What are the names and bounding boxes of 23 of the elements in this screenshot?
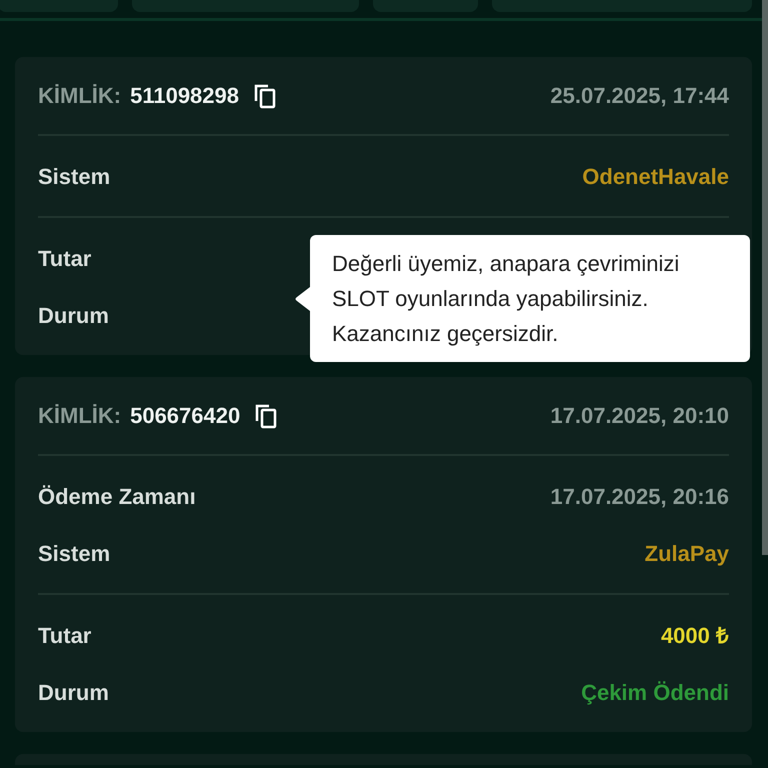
- field-label: Durum: [38, 678, 109, 706]
- id-label: KİMLİK:: [38, 82, 122, 110]
- transaction-id: 511098298: [130, 82, 239, 110]
- field-value: OdenetHavale: [582, 162, 729, 190]
- field-value: Çekim Ödendi: [581, 678, 729, 707]
- field-value: ZulaPay: [644, 540, 729, 568]
- field-label: Durum: [38, 302, 109, 330]
- copy-icon[interactable]: [254, 402, 278, 428]
- copy-icon[interactable]: [253, 82, 277, 108]
- field-label: Sistem: [38, 540, 110, 568]
- transaction-date: 17.07.2025, 20:10: [550, 402, 729, 430]
- field-label: Sistem: [38, 162, 110, 190]
- field-label: Ödeme Zamanı: [38, 482, 196, 510]
- transaction-date: 25.07.2025, 17:44: [550, 82, 729, 110]
- scrollbar[interactable]: [762, 0, 768, 555]
- field-value: 4000 ₺: [660, 622, 729, 650]
- tooltip: Değerli üyemiz, anapara çevriminizi SLOT oyunlarında yapabilirsiniz. Kazancınız geçersizdir.: [310, 235, 750, 362]
- field-value: 17.07.2025, 20:16: [550, 482, 729, 510]
- field-label: Tutar: [38, 244, 92, 272]
- field-label: Tutar: [38, 622, 92, 650]
- transaction-id: 506676420: [130, 402, 240, 430]
- tooltip-arrow: [294, 286, 310, 310]
- id-label: KİMLİK:: [38, 402, 122, 430]
